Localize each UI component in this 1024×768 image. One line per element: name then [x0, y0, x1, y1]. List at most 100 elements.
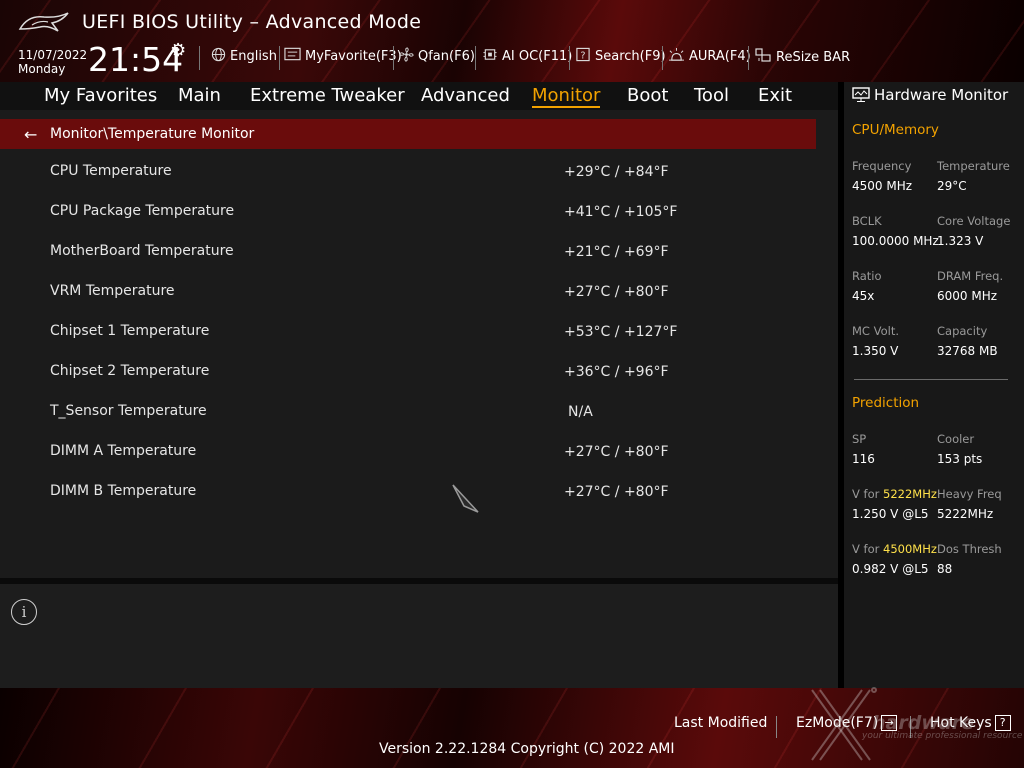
hardware-monitor-panel: Hardware Monitor CPU/Memory Frequency 45…: [844, 82, 1024, 688]
back-arrow-icon[interactable]: ←: [24, 125, 50, 144]
tab-tool[interactable]: Tool: [694, 85, 729, 106]
aura-light-icon: [668, 47, 685, 66]
svg-text:?: ?: [581, 50, 586, 61]
heavy-freq-value: 5222MHz: [937, 507, 994, 521]
language-button[interactable]: English: [211, 47, 277, 66]
tab-advanced[interactable]: Advanced: [421, 85, 510, 106]
v-for-1-value: 1.250 V @L5: [852, 507, 929, 521]
cooler-label: Cooler: [937, 432, 975, 446]
tab-boot[interactable]: Boot: [627, 85, 668, 106]
cpu-memory-section-title: CPU/Memory: [852, 122, 939, 138]
dos-thresh-value: 88: [937, 562, 953, 576]
tab-exit[interactable]: Exit: [758, 85, 792, 106]
sp-value: 116: [852, 452, 875, 466]
setting-row-dimm-b-temperature[interactable]: DIMM B Temperature +27°C / +80°F: [0, 483, 816, 523]
search-label: Search(F9): [595, 49, 666, 64]
aioc-button[interactable]: AI OC(F11): [482, 47, 572, 66]
mouse-cursor-icon: [452, 484, 479, 513]
dram-freq-label: DRAM Freq.: [937, 269, 1004, 283]
main-panel: ← Monitor\Temperature Monitor CPU Temper…: [0, 110, 838, 578]
toolbar-divider: [662, 46, 663, 70]
v-for-2-freq: 4500MHz: [883, 542, 937, 556]
mc-volt-value: 1.350 V: [852, 344, 899, 358]
setting-value: +41°C / +105°F: [564, 204, 678, 220]
setting-value: +27°C / +80°F: [564, 284, 669, 300]
setting-label: VRM Temperature: [50, 283, 175, 299]
setting-row-cpu-package-temperature[interactable]: CPU Package Temperature +41°C / +105°F: [0, 203, 816, 243]
v-for-1-freq: 5222MHz: [883, 487, 937, 501]
footer-bar: Last Modified EzMode(F7) → Hot Keys? Vers…: [0, 688, 1024, 768]
version-text: Version 2.22.1284 Copyright (C) 2022 AMI: [379, 741, 675, 757]
v-for-2-value: 0.982 V @L5: [852, 562, 929, 576]
setting-row-tsensor-temperature[interactable]: T_Sensor Temperature N/A: [0, 403, 816, 443]
core-voltage-value: 1.323 V: [937, 234, 984, 248]
section-divider: [854, 379, 1008, 380]
ezmode-label: EzMode(F7): [796, 715, 879, 731]
v-for-1-label: V for 5222MHz: [852, 487, 937, 501]
toolbar-divider: [569, 46, 570, 70]
tab-extreme-tweaker[interactable]: Extreme Tweaker: [250, 85, 405, 106]
setting-value: +27°C / +80°F: [564, 444, 669, 460]
search-help-icon: ?: [575, 47, 591, 66]
capacity-label: Capacity: [937, 324, 988, 338]
frequency-label: Frequency: [852, 159, 912, 173]
day-text: Monday: [18, 62, 66, 76]
setting-value: +27°C / +80°F: [564, 484, 669, 500]
help-key-icon: ?: [994, 715, 1011, 731]
setting-label: CPU Temperature: [50, 163, 172, 179]
core-voltage-label: Core Voltage: [937, 214, 1011, 228]
setting-value: +36°C / +96°F: [564, 364, 669, 380]
ratio-label: Ratio: [852, 269, 882, 283]
toolbar-divider: [748, 46, 749, 70]
breadcrumb[interactable]: ← Monitor\Temperature Monitor: [0, 119, 816, 149]
app-title: UEFI BIOS Utility – Advanced Mode: [82, 11, 422, 33]
globe-icon: [211, 47, 226, 66]
help-info-panel: i: [0, 584, 838, 688]
watermark-subtext: your ultimate professional resource: [862, 731, 1023, 741]
last-modified-button[interactable]: Last Modified: [674, 715, 767, 731]
setting-row-vrm-temperature[interactable]: VRM Temperature +27°C / +80°F: [0, 283, 816, 323]
setting-row-chipset2-temperature[interactable]: Chipset 2 Temperature +36°C / +96°F: [0, 363, 816, 403]
frequency-value: 4500 MHz: [852, 179, 913, 193]
setting-label: Chipset 2 Temperature: [50, 363, 210, 379]
setting-value: N/A: [568, 404, 593, 420]
myfavorite-button[interactable]: MyFavorite(F3): [284, 47, 402, 65]
hardware-monitor-header: Hardware Monitor: [852, 86, 1008, 104]
toolbar-divider: [279, 46, 280, 70]
setting-row-dimm-a-temperature[interactable]: DIMM A Temperature +27°C / +80°F: [0, 443, 816, 483]
cooler-value: 153 pts: [937, 452, 983, 466]
toolbar-divider: [475, 46, 476, 70]
heavy-freq-label: Heavy Freq: [937, 487, 1002, 501]
ai-chip-icon: [482, 47, 498, 66]
qfan-button[interactable]: Qfan(F6): [399, 47, 475, 66]
temperature-value: 29°C: [937, 179, 967, 193]
sp-label: SP: [852, 432, 867, 446]
info-icon: i: [11, 599, 37, 625]
aura-label: AURA(F4): [689, 49, 751, 64]
clock-display[interactable]: 21:54: [88, 40, 183, 79]
setting-row-cpu-temperature[interactable]: CPU Temperature +29°C / +84°F: [0, 163, 816, 203]
search-button[interactable]: ? Search(F9): [575, 47, 666, 66]
bclk-value: 100.0000 MHz: [852, 234, 939, 248]
ratio-value: 45x: [852, 289, 875, 303]
gear-icon[interactable]: ⚙: [170, 40, 186, 61]
setting-label: MotherBoard Temperature: [50, 243, 234, 259]
v-for-prefix: V for: [852, 487, 883, 501]
tab-main[interactable]: Main: [178, 85, 221, 106]
resize-bar-icon: [754, 47, 772, 67]
dos-thresh-label: Dos Thresh: [937, 542, 1002, 556]
rog-logo: [18, 12, 69, 32]
qfan-label: Qfan(F6): [418, 49, 475, 64]
aioc-label: AI OC(F11): [502, 49, 573, 64]
tab-monitor[interactable]: Monitor: [532, 85, 601, 108]
setting-row-chipset1-temperature[interactable]: Chipset 1 Temperature +53°C / +127°F: [0, 323, 816, 363]
fan-icon: [399, 47, 414, 66]
setting-row-motherboard-temperature[interactable]: MotherBoard Temperature +21°C / +69°F: [0, 243, 816, 283]
aura-button[interactable]: AURA(F4): [668, 47, 751, 66]
setting-label: T_Sensor Temperature: [50, 403, 207, 419]
favorite-list-icon: [284, 47, 301, 65]
capacity-value: 32768 MB: [937, 344, 998, 358]
breadcrumb-text: Monitor\Temperature Monitor: [50, 126, 255, 142]
resize-bar-button[interactable]: ReSize BAR: [754, 47, 850, 67]
tab-my-favorites[interactable]: My Favorites: [44, 85, 157, 106]
